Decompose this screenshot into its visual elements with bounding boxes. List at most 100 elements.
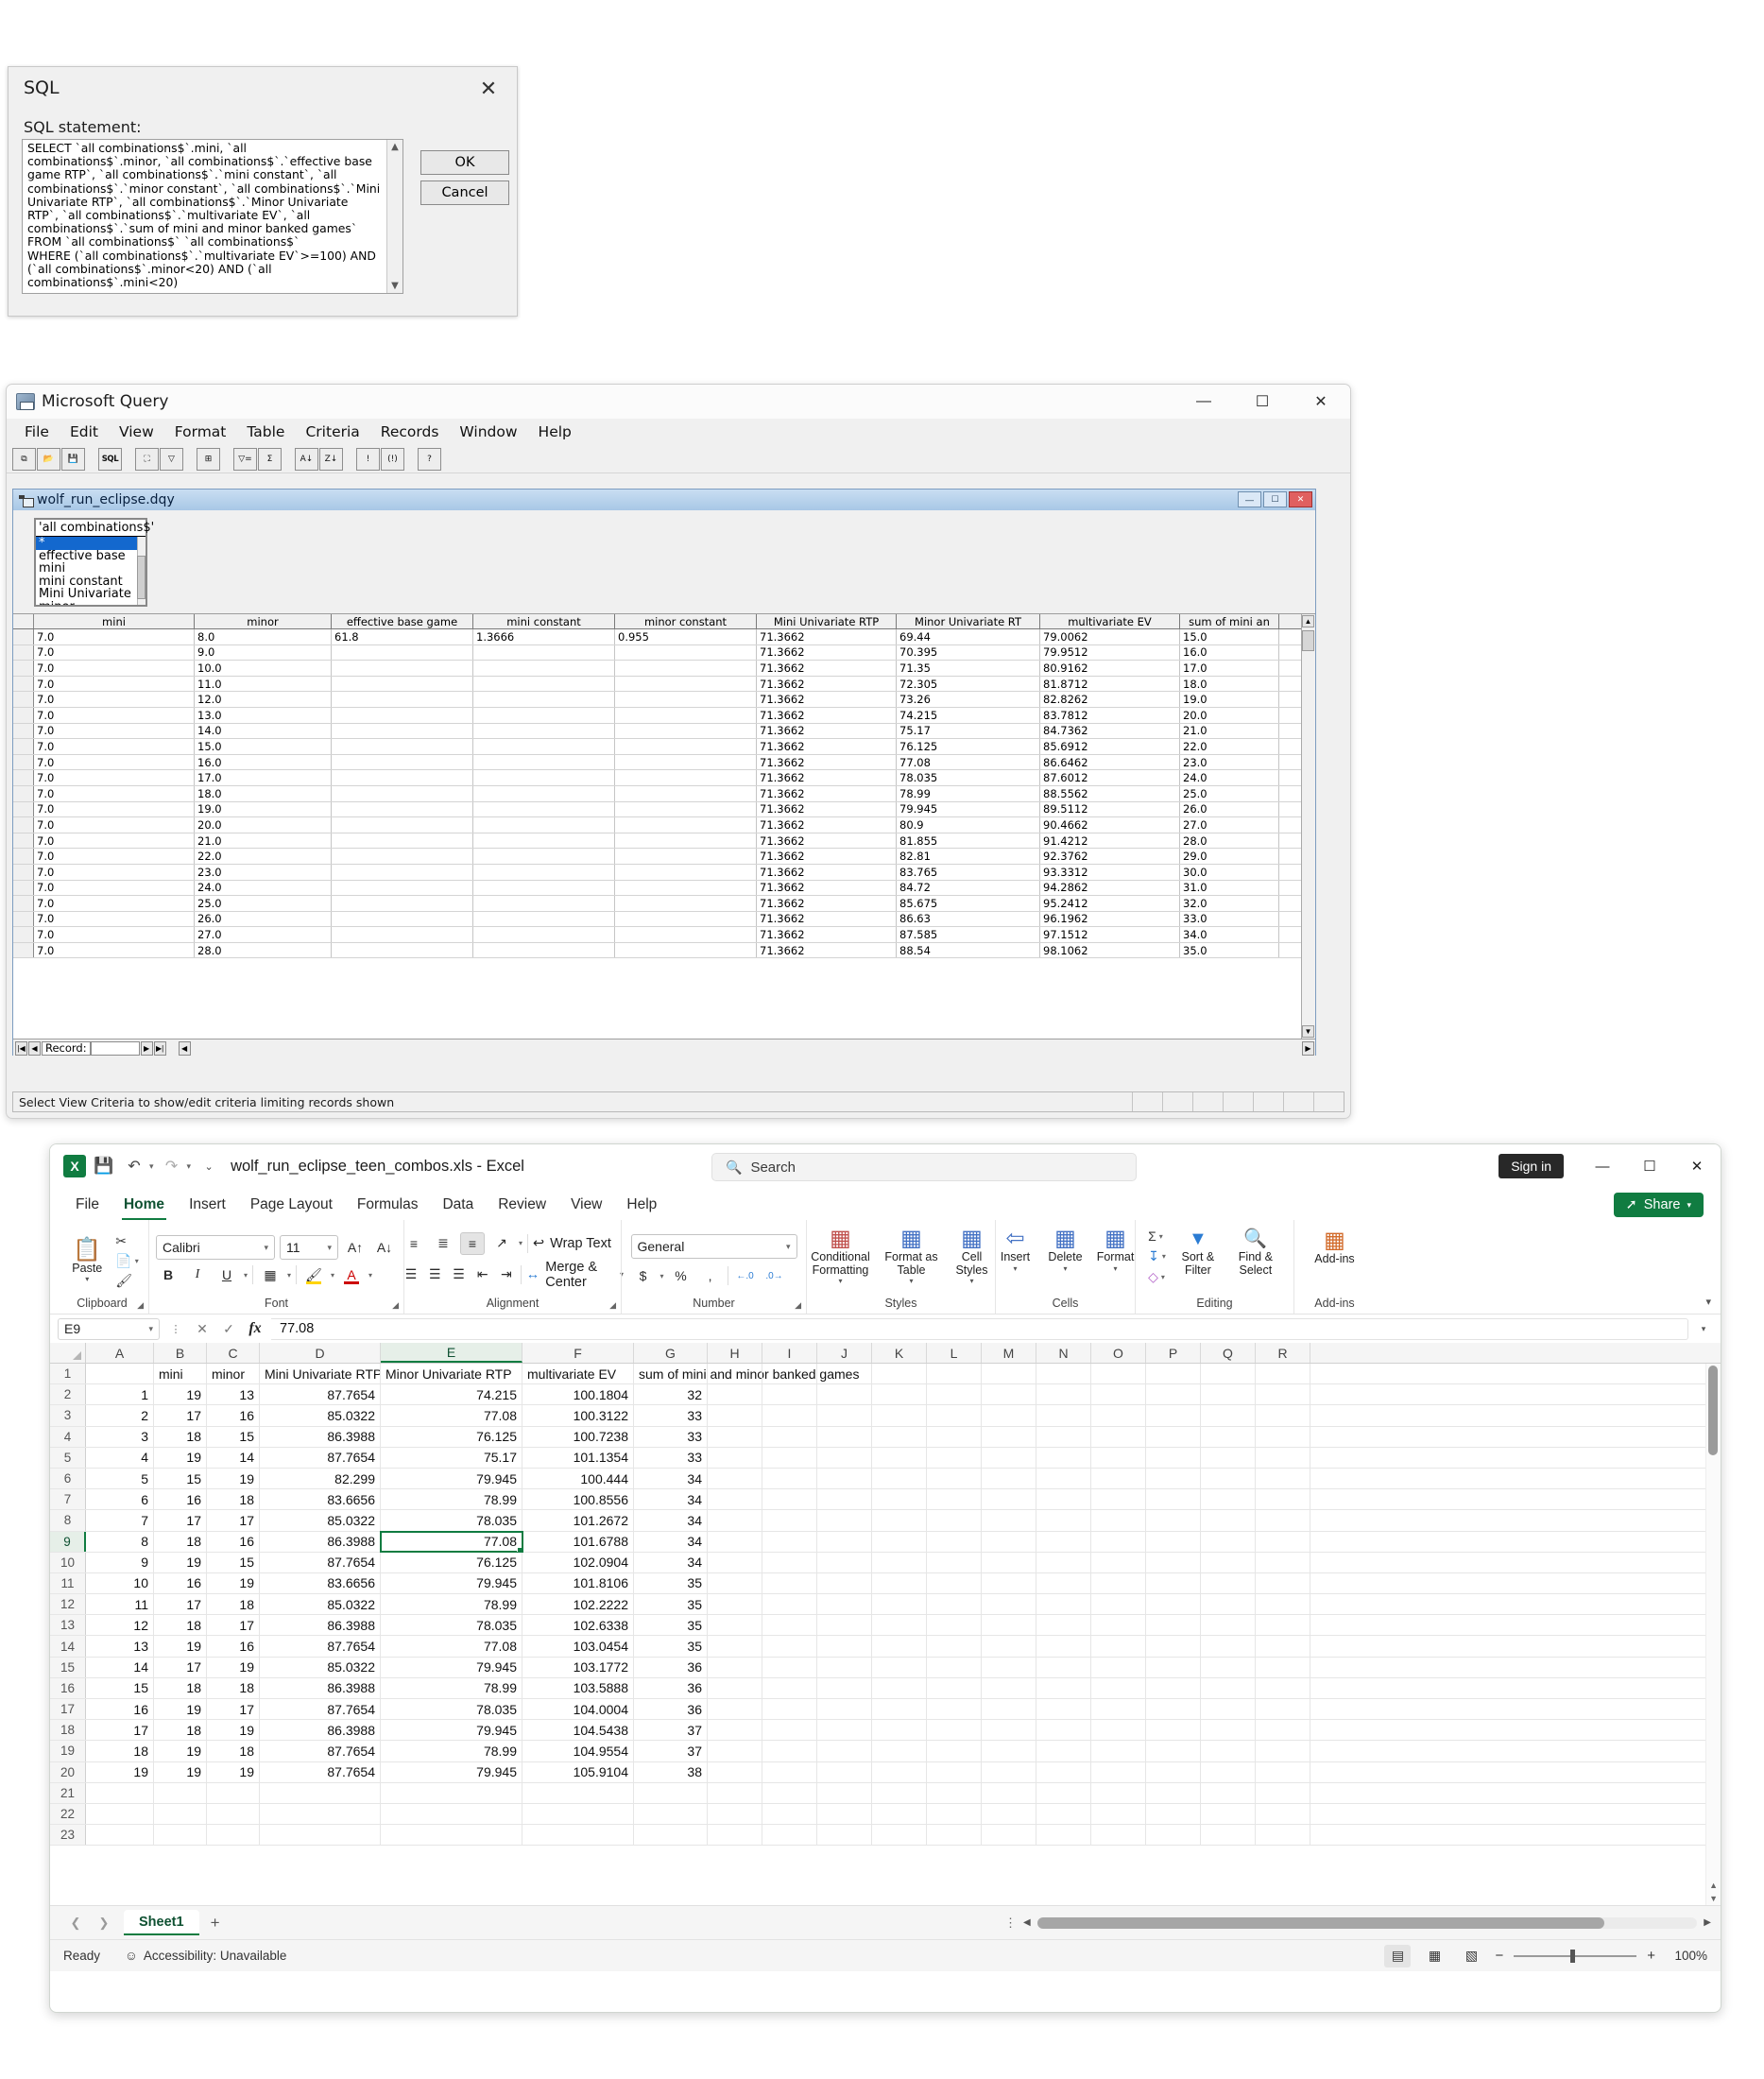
cell-A18[interactable]: 17 (86, 1720, 154, 1741)
cell-E18[interactable]: 79.945 (381, 1720, 522, 1741)
cell-O21[interactable] (1091, 1782, 1146, 1803)
cell-K17[interactable] (872, 1699, 927, 1720)
grid-row[interactable]: 7.0 8.0 61.8 1.3666 0.955 71.3662 69.44 79.0062… (13, 629, 1315, 645)
row-selector[interactable] (13, 661, 34, 676)
column-header-F[interactable]: F (522, 1343, 634, 1363)
cell-G3[interactable]: 33 (634, 1405, 708, 1426)
grid-row[interactable]: 7.0 16.0 71.3662 77.08 86.6462 23.0 (13, 754, 1315, 771)
cell-F1[interactable]: multivariate EV (522, 1364, 634, 1384)
record-number-field[interactable] (90, 1040, 140, 1056)
increase-indent-icon[interactable]: ⇥ (497, 1263, 516, 1286)
column-header-E[interactable]: E (381, 1343, 522, 1363)
alignment-dialog-launcher[interactable]: ◢ (609, 1300, 616, 1311)
grid-row[interactable]: 7.0 19.0 71.3662 79.945 89.5112 26.0 (13, 801, 1315, 818)
chevron-down-icon[interactable]: ▾ (1159, 1232, 1163, 1241)
formula-input[interactable]: 77.08 (271, 1317, 1688, 1340)
grid-cell[interactable] (332, 833, 473, 849)
grid-cell[interactable]: 19.0 (1180, 692, 1279, 707)
cell-H17[interactable] (708, 1699, 762, 1720)
cell-Q9[interactable] (1201, 1531, 1256, 1552)
grid-cell[interactable]: 71.3662 (757, 833, 897, 849)
cell-H14[interactable] (708, 1636, 762, 1657)
ok-button[interactable]: OK (420, 150, 509, 175)
cell-B7[interactable]: 16 (154, 1489, 207, 1510)
menu-format[interactable]: Format (164, 421, 237, 442)
grid-cell[interactable] (615, 911, 757, 927)
grid-cell[interactable] (615, 739, 757, 754)
cell-G4[interactable]: 33 (634, 1426, 708, 1447)
normal-view-icon[interactable]: ▤ (1384, 1944, 1412, 1967)
close-icon[interactable]: ✕ (1673, 1144, 1721, 1188)
cell-O12[interactable] (1091, 1594, 1146, 1615)
cell-J18[interactable] (817, 1720, 872, 1741)
grid-cell[interactable] (473, 942, 615, 958)
cell-J12[interactable] (817, 1594, 872, 1615)
cell-K13[interactable] (872, 1615, 927, 1636)
spreadsheet-row[interactable]: 13 12 18 17 86.3988 78.035 102.6338 35 (50, 1615, 1721, 1637)
add-table-icon[interactable]: ⊞ (197, 447, 220, 471)
spreadsheet-row[interactable]: 15 14 17 19 85.0322 79.945 103.1772 36 (50, 1657, 1721, 1678)
spreadsheet-row[interactable]: 8 7 17 17 85.0322 78.035 101.2672 34 (50, 1510, 1721, 1532)
align-middle-icon[interactable]: ≣ (431, 1232, 455, 1255)
chevron-down-icon[interactable]: ▾ (1063, 1264, 1067, 1273)
cell-A1[interactable] (86, 1364, 154, 1384)
grid-cell[interactable]: 81.855 (897, 833, 1040, 849)
cell-M14[interactable] (982, 1636, 1036, 1657)
cell-P9[interactable] (1146, 1531, 1201, 1552)
cell-H11[interactable] (708, 1572, 762, 1594)
cell-P22[interactable] (1146, 1803, 1201, 1825)
cell-E7[interactable]: 78.99 (381, 1489, 522, 1510)
grid-cell[interactable]: 71.3662 (757, 770, 897, 785)
spreadsheet-row[interactable]: 4 3 18 15 86.3988 76.125 100.7238 33 (50, 1426, 1721, 1448)
cell-D8[interactable]: 85.0322 (260, 1510, 381, 1531)
increase-font-size-icon[interactable]: A↑ (343, 1236, 368, 1259)
grid-cell[interactable] (615, 770, 757, 785)
cell-B22[interactable] (154, 1803, 207, 1825)
row-header-1[interactable]: 1 (50, 1364, 86, 1384)
chevron-down-icon[interactable]: ▾ (135, 1257, 139, 1265)
wrap-text-button[interactable]: ↩ Wrap Text (533, 1236, 611, 1251)
cell-A6[interactable]: 5 (86, 1468, 154, 1489)
cell-P16[interactable] (1146, 1677, 1201, 1698)
grid-cell[interactable]: 92.3762 (1040, 849, 1180, 864)
cell-A7[interactable]: 6 (86, 1489, 154, 1510)
chevron-down-icon[interactable]: ▾ (244, 1271, 248, 1280)
cell-I17[interactable] (762, 1699, 817, 1720)
cell-P14[interactable] (1146, 1636, 1201, 1657)
cell-L7[interactable] (927, 1489, 982, 1510)
column-header-H[interactable]: H (708, 1343, 762, 1363)
share-button[interactable]: ➚ Share ▾ (1613, 1193, 1704, 1217)
table-field-item[interactable]: minor (36, 600, 146, 605)
cell-B9[interactable]: 18 (154, 1531, 207, 1552)
cell-E8[interactable]: 78.035 (381, 1510, 522, 1531)
grid-cell[interactable]: 28.0 (1180, 833, 1279, 849)
column-header-J[interactable]: J (817, 1343, 872, 1363)
row-selector[interactable] (13, 692, 34, 707)
previous-record-button[interactable]: ◀ (28, 1040, 41, 1056)
decrease-decimal-icon[interactable]: .0→ (762, 1264, 787, 1287)
maximize-icon[interactable]: ☐ (1626, 1144, 1673, 1188)
cell-F7[interactable]: 100.8556 (522, 1489, 634, 1510)
cell-E19[interactable]: 78.99 (381, 1741, 522, 1761)
grid-row[interactable]: 7.0 11.0 71.3662 72.305 81.8712 18.0 (13, 676, 1315, 693)
menu-file[interactable]: File (14, 421, 60, 442)
cell-K16[interactable] (872, 1677, 927, 1698)
cell-Q6[interactable] (1201, 1468, 1256, 1489)
maximize-icon[interactable]: ☐ (1263, 491, 1287, 507)
grid-cell[interactable]: 71.3662 (757, 644, 897, 661)
grid-cell[interactable]: 18.0 (195, 785, 332, 801)
cell-B1[interactable]: mini (154, 1364, 207, 1384)
cell-D10[interactable]: 87.7654 (260, 1552, 381, 1572)
column-header-N[interactable]: N (1036, 1343, 1091, 1363)
grid-cell[interactable]: 72.305 (897, 676, 1040, 692)
cell-A8[interactable]: 7 (86, 1510, 154, 1531)
table-field-item[interactable]: effective base (36, 549, 146, 563)
cell-C8[interactable]: 17 (207, 1510, 260, 1531)
cell-H1[interactable] (708, 1364, 762, 1384)
grid-cell[interactable]: 13.0 (195, 707, 332, 723)
column-header-M[interactable]: M (982, 1343, 1036, 1363)
close-icon[interactable]: ✕ (1289, 491, 1312, 507)
grid-row[interactable]: 7.0 25.0 71.3662 85.675 95.2412 32.0 (13, 896, 1315, 912)
grid-cell[interactable]: 71.3662 (757, 911, 897, 927)
cell-M23[interactable] (982, 1825, 1036, 1846)
